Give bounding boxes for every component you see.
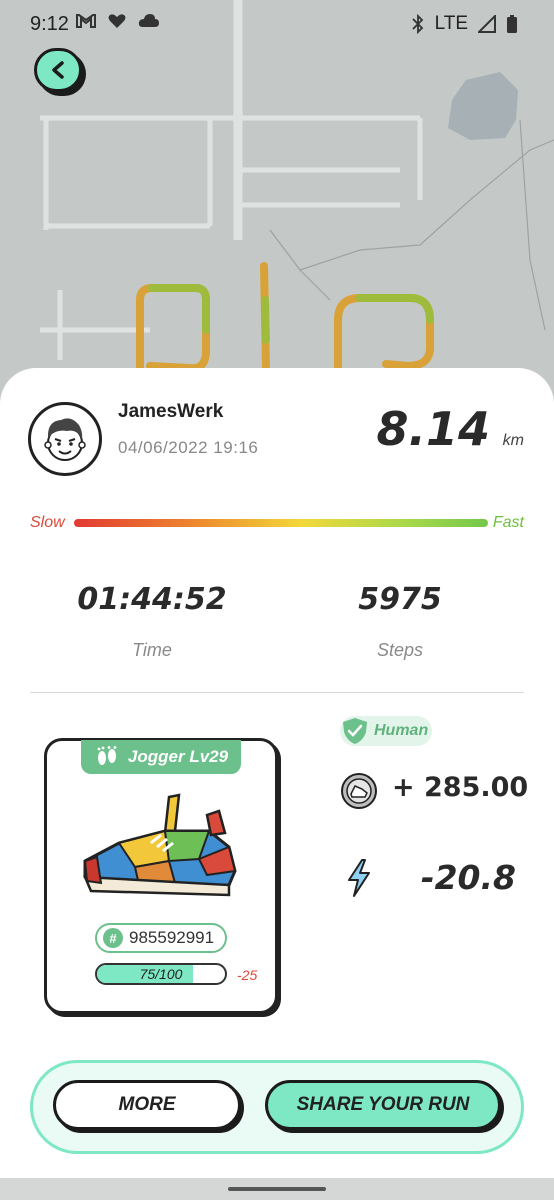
- shield-check-icon: [343, 718, 367, 744]
- signal-icon: [478, 15, 496, 33]
- time-value: 01:44:52: [77, 582, 227, 617]
- durability-delta: -25: [237, 967, 258, 983]
- distance-unit: km: [502, 432, 524, 449]
- gst-coin-icon: [341, 773, 377, 809]
- speed-gradient-bar: [74, 519, 488, 527]
- back-button[interactable]: [34, 48, 82, 92]
- divider: [30, 692, 524, 693]
- human-badge-label: Human: [374, 722, 429, 739]
- heart-icon: [108, 14, 126, 28]
- sneaker-icon: [83, 793, 237, 897]
- action-buttons: MORE SHARE YOUR RUN: [30, 1060, 524, 1154]
- speed-slow-label: Slow: [30, 514, 65, 531]
- hash-icon: #: [103, 928, 123, 948]
- map-drawing: [0, 0, 554, 420]
- gst-earned: + 285.00: [392, 772, 529, 803]
- notification-icons: [76, 13, 160, 29]
- avatar: [28, 402, 102, 476]
- network-type: LTE: [434, 13, 468, 34]
- steps-label: Steps: [376, 640, 424, 660]
- battery-icon: [507, 15, 517, 33]
- steps-value: 5975: [358, 582, 442, 617]
- sneaker-type-label: Jogger Lv29: [127, 747, 229, 766]
- more-button[interactable]: MORE: [53, 1080, 241, 1130]
- sneaker-card[interactable]: Jogger Lv29 # 985592991 75/100 -25: [44, 738, 278, 1014]
- bluetooth-icon: [411, 14, 423, 34]
- system-icons: LTE: [411, 13, 518, 35]
- gmail-icon: [76, 14, 96, 28]
- sneaker-type-tag: Jogger Lv29: [81, 740, 241, 774]
- time-label: Time: [132, 640, 172, 660]
- human-badge: Human: [340, 716, 432, 746]
- cloud-icon: [138, 14, 159, 27]
- run-summary-sheet: JamesWerk 04/06/2022 19:16 8.14 km Slow …: [0, 368, 554, 1178]
- share-run-button[interactable]: SHARE YOUR RUN: [265, 1080, 501, 1130]
- chevron-left-icon: [52, 61, 64, 79]
- durability-text: 75/100: [139, 966, 183, 982]
- durability-bar: 75/100: [95, 963, 227, 985]
- status-bar: 9:12 LTE: [0, 0, 554, 50]
- status-time: 9:12: [30, 13, 69, 35]
- sneaker-id-badge: # 985592991: [95, 923, 227, 953]
- speed-fast-label: Fast: [492, 514, 524, 531]
- energy-used: -20.8: [420, 858, 516, 897]
- home-indicator[interactable]: [228, 1187, 326, 1191]
- route-map[interactable]: [0, 0, 554, 420]
- energy-bolt-icon: [348, 859, 370, 897]
- footprints-icon: [97, 746, 117, 765]
- sneaker-id: 985592991: [129, 928, 215, 947]
- username: JamesWerk: [118, 401, 224, 422]
- avatar-face-icon: [44, 418, 86, 461]
- gesture-nav-bar: [0, 1178, 554, 1200]
- distance-value: 8.14: [376, 402, 491, 456]
- run-datetime: 04/06/2022 19:16: [118, 438, 259, 457]
